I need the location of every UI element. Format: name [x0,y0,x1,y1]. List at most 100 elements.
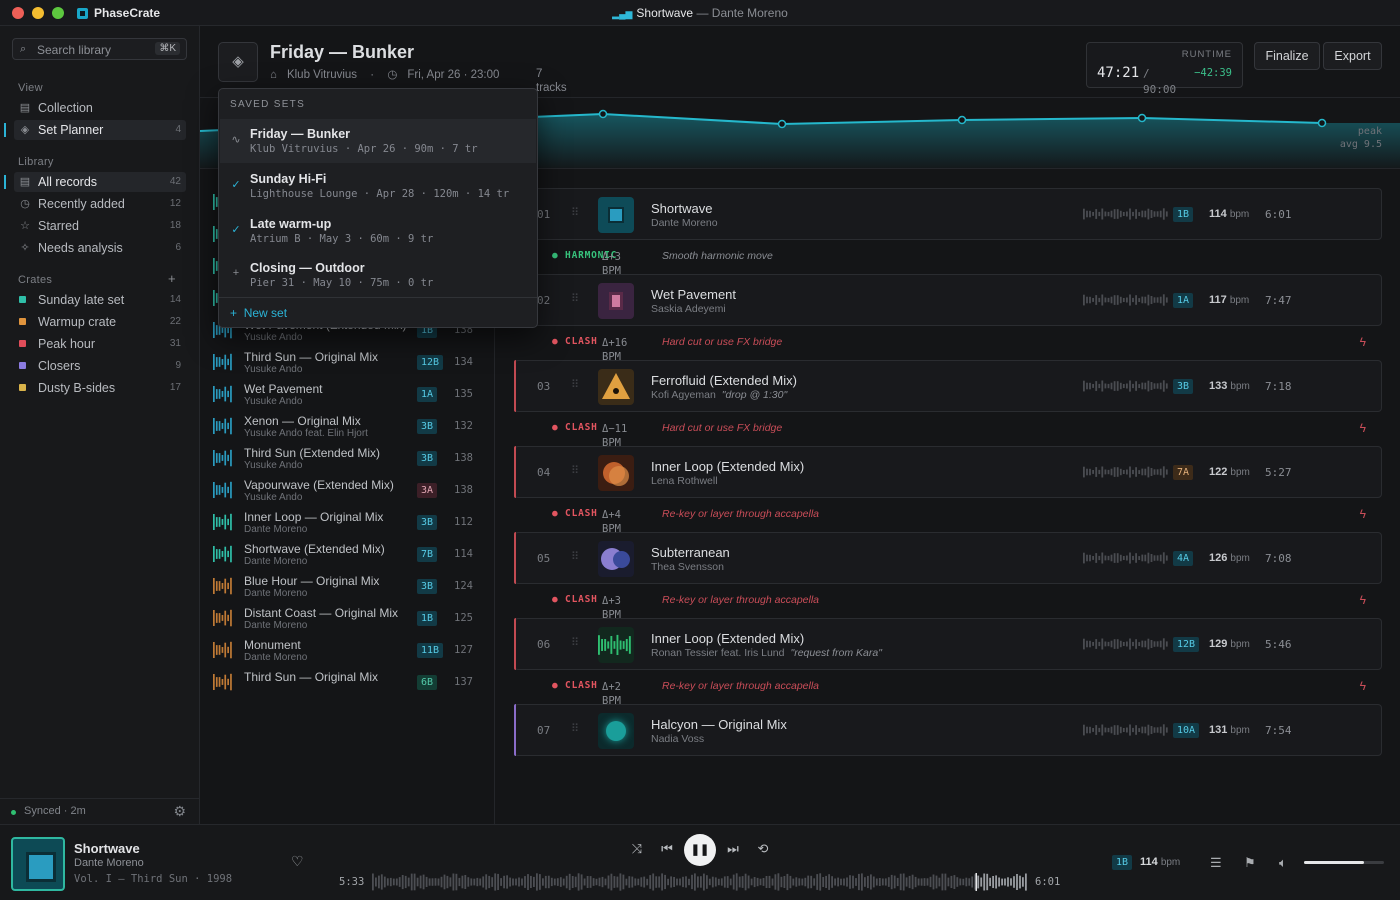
drag-handle-icon[interactable]: ⠿ [571,722,579,735]
crate-item[interactable]: Dusty B-sides 17 [14,378,186,398]
saved-set-item[interactable]: ∿ Friday — Bunker Klub Vitruvius · Apr 2… [220,119,536,163]
track-artist: Dante Moreno [651,217,718,229]
add-crate-button[interactable]: + [168,271,176,286]
drag-handle-icon[interactable]: ⠿ [571,378,579,391]
shuffle-icon[interactable]: ⤨ [627,841,647,857]
energy-point[interactable] [777,119,787,129]
saved-set-item[interactable]: ✓ Late warm-up Atrium B · May 3 · 60m · … [220,209,536,253]
library-track-row[interactable]: Monument Dante Moreno 11B 127 [200,635,490,667]
setlist-track-row[interactable]: 05 ⠿ Subterranean Thea Svensson 4A 126 bpm 7:0… [514,532,1382,584]
library-track-row[interactable]: Third Sun (Extended Mix) Yusuke Ando 3B 138 [200,443,490,475]
library-track-bpm: 138 [454,484,473,496]
settings-gear-icon[interactable]: ⚙ [173,803,186,820]
library-track-bpm: 127 [454,644,473,656]
drag-handle-icon[interactable]: ⠿ [571,292,579,305]
repeat-icon[interactable]: ⟲ [753,841,773,857]
library-track-artist: Dante Moreno [244,652,308,663]
volume-slider[interactable] [1304,861,1384,864]
fx-bolt-icon[interactable]: ϟ [1360,421,1366,435]
library-track-row[interactable]: Shortwave (Extended Mix) Dante Moreno 7B 11… [200,539,490,571]
sync-status: Synced · 2m ⚙ [0,798,200,824]
track-bpm-unit: bpm [1230,725,1250,736]
saved-set-meta: Lighthouse Lounge · Apr 28 · 120m · 14 t… [250,188,510,200]
library-track-row[interactable]: Wet Pavement Yusuke Ando 1A 135 [200,379,490,411]
track-title: Inner Loop (Extended Mix) [651,459,805,474]
bookmark-icon[interactable]: ⚑ [1244,855,1256,871]
sidebar-item-recently-added[interactable]: ◷ Recently added 12 [14,194,186,214]
drag-handle-icon[interactable]: ⠿ [571,206,579,219]
finalize-button[interactable]: Finalize [1254,42,1320,70]
library-track-row[interactable]: Third Sun — Original Mix 6B 137 [200,667,490,699]
transition-tag-label: CLASH [565,336,598,347]
track-artwork [598,369,634,405]
crate-item[interactable]: Sunday late set 14 [14,290,186,310]
library-track-row[interactable]: Vapourwave (Extended Mix) Yusuke Ando 3A 13… [200,475,490,507]
library-track-artist: Dante Moreno [244,556,308,567]
drag-handle-icon[interactable]: ⠿ [571,550,579,563]
crate-item[interactable]: Warmup crate 22 [14,312,186,332]
sidebar-item-count: 42 [169,176,181,187]
set-picker-button[interactable]: ◈ [218,42,258,82]
now-playing-artwork[interactable] [11,837,65,891]
setlist-track-row[interactable]: 01 ⠿ Shortwave Dante Moreno 1B 114 bpm 6:01 [514,188,1382,240]
queue-list-icon[interactable]: ☰ [1210,855,1222,871]
saved-set-item[interactable]: + Closing — Outdoor Pier 31 · May 10 · 7… [220,253,536,297]
library-track-row[interactable]: Inner Loop — Original Mix Dante Moreno 3B 1… [200,507,490,539]
track-title: Inner Loop (Extended Mix) [651,631,805,646]
library-track-bpm: 125 [454,612,473,624]
transition-tag-label: CLASH [565,508,598,519]
fx-bolt-icon[interactable]: ϟ [1360,593,1366,607]
track-artist: Kofi Agyeman [651,389,716,401]
transition-tag-label: CLASH [565,594,598,605]
sidebar-item-needs-analysis[interactable]: ✧ Needs analysis 6 [14,238,186,258]
track-artist: Ronan Tessier feat. Iris Lund [651,647,785,659]
runtime-remaining: −42:39 [1194,67,1232,79]
crate-item[interactable]: Peak hour 31 [14,334,186,354]
library-track-row[interactable]: Third Sun — Original Mix Yusuke Ando 12B 13… [200,347,490,379]
energy-point[interactable] [1317,118,1327,128]
energy-point[interactable] [1137,113,1147,123]
next-icon[interactable]: ⏭ [723,841,743,857]
library-track-title: Third Sun (Extended Mix) [244,446,381,460]
fx-bolt-icon[interactable]: ϟ [1360,335,1366,349]
pause-button[interactable]: ❚❚ [684,834,716,866]
library-section-label: Library [18,156,54,168]
sidebar-item-starred[interactable]: ☆ Starred 18 [14,216,186,236]
volume-icon[interactable]: 🔈︎ [1279,855,1287,871]
setlist-track-row[interactable]: 02 ⠿ Wet Pavement Saskia Adeyemi 1A 117 bpm 7:… [514,274,1382,326]
fx-bolt-icon[interactable]: ϟ [1360,679,1366,693]
sidebar-item-set-planner[interactable]: ◈ Set Planner 4 [14,120,186,140]
sidebar-item-collection[interactable]: ▤ Collection [14,98,186,118]
library-track-row[interactable]: Blue Hour — Original Mix Dante Moreno 3B 12… [200,571,490,603]
new-set-button[interactable]: + New set [230,306,287,320]
track-bpm-value: 133 [1209,380,1228,392]
setlist-track-row[interactable]: 04 ⠿ Inner Loop (Extended Mix) Lena Rothwel… [514,446,1382,498]
player-waveform-scrubber[interactable] [372,873,1028,891]
setlist-track-row[interactable]: 06 ⠿ Inner Loop (Extended Mix) Ronan Tessie… [514,618,1382,670]
previous-icon[interactable]: ⏮ [657,841,677,857]
heart-icon[interactable]: ♡ [291,853,304,870]
crate-item[interactable]: Closers 9 [14,356,186,376]
fx-bolt-icon[interactable]: ϟ [1360,507,1366,521]
track-mini-waveform [1083,380,1168,392]
energy-point[interactable] [598,109,608,119]
track-bpm: 117 bpm [1209,294,1249,306]
setlist-track-row[interactable]: 07 ⠿ Halcyon — Original Mix Nadia Voss 10A 13… [514,704,1382,756]
drag-handle-icon[interactable]: ⠿ [571,636,579,649]
view-section-label: View [18,82,43,94]
check-icon: ✓ [231,224,241,236]
saved-set-item[interactable]: ✓ Sunday Hi-Fi Lighthouse Lounge · Apr 2… [220,164,536,208]
drag-handle-icon[interactable]: ⠿ [571,464,579,477]
transition-note: Hard cut or use FX bridge [662,422,783,434]
setlist-track-row[interactable]: 03 ⠿ Ferrofluid (Extended Mix) Kofi Agyeman… [514,360,1382,412]
track-bpm-unit: bpm [1230,553,1250,564]
library-track-row[interactable]: Distant Coast — Original Mix Dante Moreno… [200,603,490,635]
library-track-row[interactable]: Xenon — Original Mix Yusuke Ando feat. El… [200,411,490,443]
search-input[interactable]: ⌕ Search library ⌘K [12,38,187,60]
export-button[interactable]: Export [1323,42,1382,70]
saved-sets-heading: SAVED SETS [230,99,306,110]
sidebar-item-all-records[interactable]: ▤ All records 42 [14,172,186,192]
track-mini-waveform [1083,724,1168,736]
window-now-playing: ▂▄▆ Shortwave — Dante Moreno [0,6,1400,20]
energy-point[interactable] [957,115,967,125]
